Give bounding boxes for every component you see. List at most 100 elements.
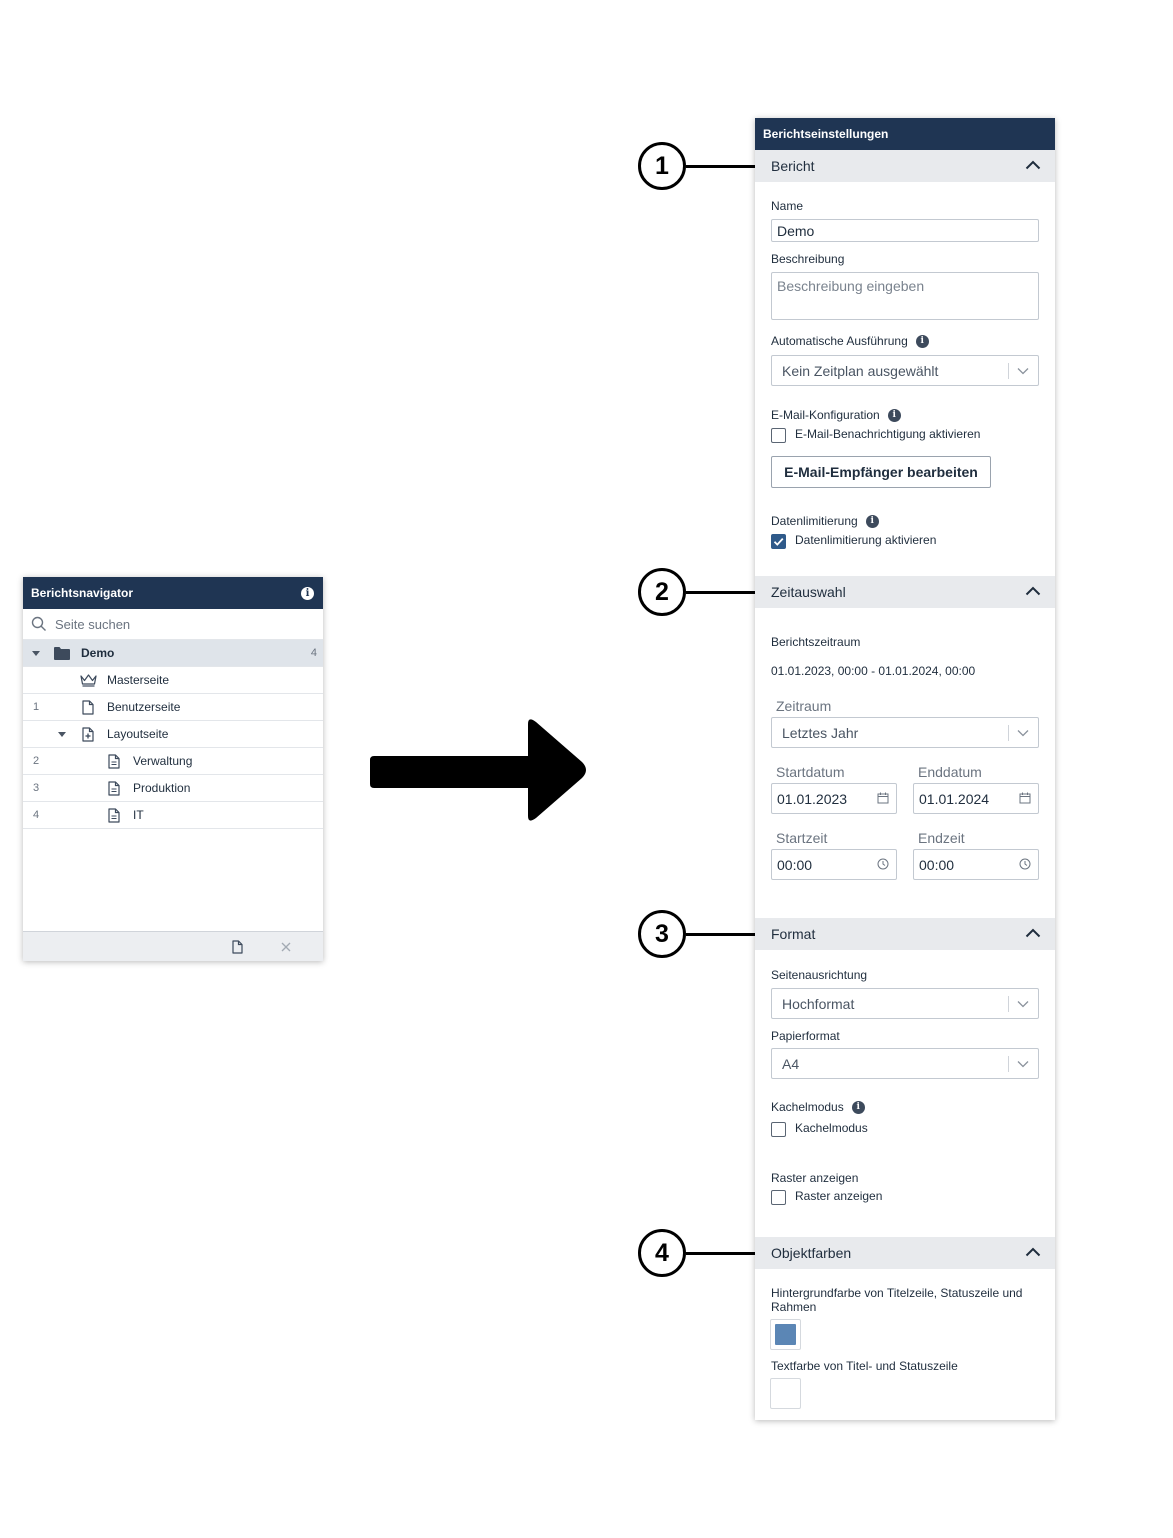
info-icon[interactable]: i <box>851 1100 865 1114</box>
section-title: Zeitauswahl <box>771 584 846 600</box>
start-date-label: Startdatum <box>776 764 845 780</box>
caret-down-icon[interactable] <box>58 732 66 737</box>
start-time-input[interactable]: 00:00 <box>771 849 897 880</box>
chevron-up-icon[interactable] <box>1025 160 1041 170</box>
auto-run-label: Automatische Ausführung <box>771 334 908 348</box>
tree-item-label: Masterseite <box>107 673 170 687</box>
data-limit-checkbox[interactable] <box>771 534 786 549</box>
tile-mode-checkbox[interactable] <box>771 1122 786 1137</box>
period-select[interactable]: Letztes Jahr <box>771 717 1039 748</box>
email-notification-checkbox[interactable] <box>771 428 786 443</box>
end-date-input[interactable]: 01.01.2024 <box>913 783 1039 814</box>
email-notification-label: E-Mail-Benachrichtigung aktivieren <box>795 427 981 441</box>
tile-mode-checkbox-label: Kachelmodus <box>795 1121 868 1135</box>
callout-3: 3 <box>638 910 686 958</box>
page-search-field[interactable]: Seite suchen <box>23 609 323 640</box>
add-page-icon[interactable] <box>232 940 243 954</box>
end-time-value: 00:00 <box>919 856 955 873</box>
tile-mode-label-row: Kachelmodus i <box>771 1100 865 1114</box>
show-grid-checkbox-label: Raster anzeigen <box>795 1189 883 1203</box>
background-color-picker[interactable] <box>770 1319 801 1350</box>
tree-item-it[interactable]: 4 IT <box>23 802 323 829</box>
chevron-up-icon[interactable] <box>1025 928 1041 938</box>
info-icon[interactable]: i <box>915 334 929 348</box>
select-divider <box>1008 725 1009 741</box>
calendar-icon[interactable] <box>1019 792 1031 804</box>
section-format-header[interactable]: Format <box>755 918 1055 950</box>
tree-item-label: IT <box>133 808 144 822</box>
page-icon <box>82 700 94 715</box>
section-title: Format <box>771 926 816 942</box>
section-title: Bericht <box>771 158 815 174</box>
page-number: 2 <box>33 755 40 767</box>
end-time-input[interactable]: 00:00 <box>913 849 1039 880</box>
clock-icon[interactable] <box>1019 858 1031 870</box>
section-zeitauswahl-header[interactable]: Zeitauswahl <box>755 576 1055 608</box>
tree-item-label: Layoutseite <box>107 727 169 741</box>
document-icon <box>108 781 120 796</box>
paper-format-select[interactable]: A4 <box>771 1048 1039 1079</box>
callout-4: 4 <box>638 1229 686 1277</box>
caret-down-icon[interactable] <box>32 651 40 656</box>
start-date-input[interactable]: 01.01.2023 <box>771 783 897 814</box>
page-number: 3 <box>33 782 40 794</box>
report-navigator-panel: Berichtsnavigator i Seite suchen Demo 4 … <box>23 577 323 961</box>
callout-2: 2 <box>638 568 686 616</box>
right-arrow-icon <box>370 719 586 821</box>
report-period-value: 01.01.2023, 00:00 - 01.01.2024, 00:00 <box>771 664 976 678</box>
tree-root-demo[interactable]: Demo 4 <box>23 640 323 667</box>
clock-icon[interactable] <box>877 858 889 870</box>
settings-header: Berichtseinstellungen <box>755 118 1055 150</box>
page-number: 1 <box>33 701 40 713</box>
section-title: Objektfarben <box>771 1245 852 1261</box>
start-time-label: Startzeit <box>776 830 828 846</box>
checkmark-icon <box>773 537 784 546</box>
name-input[interactable]: Demo <box>771 219 1039 242</box>
tree-item-layoutseite[interactable]: Layoutseite <box>23 721 323 748</box>
search-placeholder: Seite suchen <box>55 616 131 632</box>
close-icon[interactable] <box>281 942 291 952</box>
chevron-down-icon <box>1017 368 1029 375</box>
name-label: Name <box>771 199 804 213</box>
tree-item-produktion[interactable]: 3 Produktion <box>23 775 323 802</box>
search-icon <box>31 616 46 631</box>
orientation-label: Seitenausrichtung <box>771 968 868 982</box>
description-textarea[interactable]: Beschreibung eingeben <box>771 272 1039 320</box>
tree-item-masterseite[interactable]: Masterseite <box>23 667 323 694</box>
page-count: 4 <box>310 647 317 659</box>
select-divider <box>1008 996 1009 1012</box>
chevron-up-icon[interactable] <box>1025 586 1041 596</box>
document-icon <box>108 754 120 769</box>
layout-page-icon <box>82 727 94 742</box>
show-grid-checkbox[interactable] <box>771 1190 786 1205</box>
schedule-value: Kein Zeitplan ausgewählt <box>782 362 939 379</box>
chevron-down-icon <box>1017 1001 1029 1008</box>
end-time-label: Endzeit <box>918 830 965 846</box>
folder-icon <box>54 646 70 660</box>
end-date-label: Enddatum <box>918 764 982 780</box>
page-number: 4 <box>33 809 40 821</box>
chevron-up-icon[interactable] <box>1025 1247 1041 1257</box>
document-icon <box>108 808 120 823</box>
period-label: Zeitraum <box>776 698 832 714</box>
tree-item-benutzerseite[interactable]: 1 Benutzerseite <box>23 694 323 721</box>
text-color-swatch <box>775 1383 796 1404</box>
info-icon[interactable]: i <box>865 514 879 528</box>
edit-email-recipients-button[interactable]: E-Mail-Empfänger bearbeiten <box>771 456 991 488</box>
auto-run-label-row: Automatische Ausführung i <box>771 334 929 348</box>
orientation-select[interactable]: Hochformat <box>771 988 1039 1019</box>
schedule-select[interactable]: Kein Zeitplan ausgewählt <box>771 355 1039 386</box>
tree-item-label: Produktion <box>133 781 191 795</box>
start-time-value: 00:00 <box>777 856 813 873</box>
info-icon[interactable]: i <box>301 586 314 600</box>
tree-item-label: Benutzerseite <box>107 700 181 714</box>
navigator-footer <box>23 931 323 961</box>
tree-item-verwaltung[interactable]: 2 Verwaltung <box>23 748 323 775</box>
section-bericht-header[interactable]: Bericht <box>755 150 1055 182</box>
tree-item-label: Verwaltung <box>133 754 193 768</box>
section-objektfarben-header[interactable]: Objektfarben <box>755 1237 1055 1269</box>
text-color-picker[interactable] <box>770 1378 801 1409</box>
calendar-icon[interactable] <box>877 792 889 804</box>
tile-mode-label: Kachelmodus <box>771 1100 844 1114</box>
info-icon[interactable]: i <box>887 408 901 422</box>
